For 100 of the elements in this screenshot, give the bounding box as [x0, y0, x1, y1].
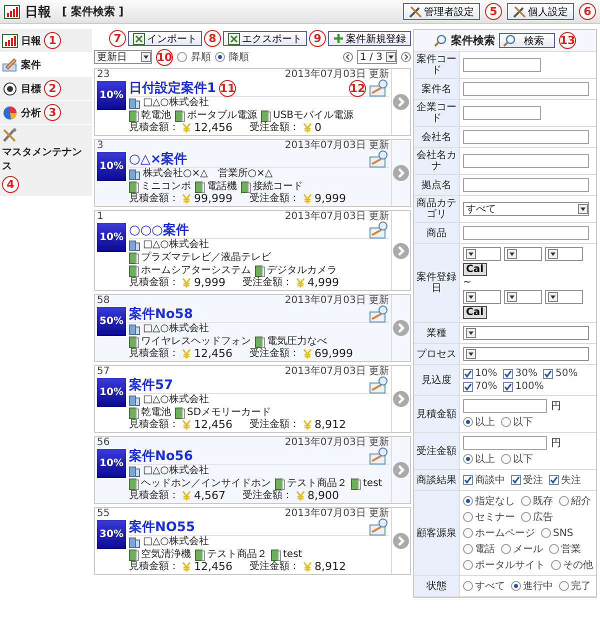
deal-title-link[interactable]: 案件57: [129, 376, 174, 394]
toolbar-button[interactable]: 案件新規登録: [328, 31, 411, 46]
amount-label: 受注金額：: [250, 348, 300, 360]
radio-button[interactable]: [501, 417, 511, 427]
radio-button[interactable]: [521, 512, 531, 522]
checkbox[interactable]: [463, 475, 473, 485]
radio-button[interactable]: [463, 560, 473, 570]
radio-button[interactable]: [559, 496, 569, 506]
settings-button[interactable]: 管理者設定: [403, 3, 480, 20]
deal-title-link[interactable]: 案件No56: [129, 447, 193, 465]
checkbox[interactable]: [463, 368, 473, 378]
sidebar-item[interactable]: 日報 1: [0, 29, 92, 53]
text-field[interactable]: [463, 226, 589, 240]
date-dropdown[interactable]: [504, 247, 542, 261]
radio-button[interactable]: [559, 581, 569, 591]
caret-icon: [507, 249, 517, 259]
radio-button[interactable]: [501, 454, 511, 464]
amount-field[interactable]: [463, 436, 547, 450]
yen-icon: [296, 491, 304, 501]
deal-title-link[interactable]: ○△×案件: [129, 150, 188, 168]
text-field[interactable]: [463, 106, 541, 120]
text-field[interactable]: [463, 130, 589, 144]
unit-label: 円: [551, 400, 561, 413]
date-dropdown[interactable]: [545, 290, 583, 304]
text-field[interactable]: [463, 154, 589, 168]
product-name: 乾電池: [141, 406, 171, 418]
bar-chart-icon: [4, 4, 20, 18]
radio-button[interactable]: [177, 52, 187, 62]
document-search-icon[interactable]: [369, 79, 389, 97]
chevron-right-icon[interactable]: [393, 391, 409, 407]
search-icon: [503, 34, 516, 47]
checkbox[interactable]: [543, 368, 554, 378]
dropdown[interactable]: すべて: [463, 202, 589, 216]
deal-title-link[interactable]: 案件NO55: [129, 518, 196, 536]
calendar-button[interactable]: Cal: [463, 306, 487, 319]
chevron-right-icon[interactable]: [393, 165, 409, 181]
book-icon: [195, 180, 205, 192]
document-search-icon[interactable]: [369, 447, 389, 465]
settings-button[interactable]: 個人設定: [507, 3, 574, 20]
sort-dropdown[interactable]: 更新日: [94, 50, 152, 64]
chevron-right-icon[interactable]: [393, 462, 409, 478]
chevron-right-icon[interactable]: [393, 533, 409, 549]
radio-button[interactable]: [463, 496, 473, 506]
radio-button[interactable]: [549, 544, 559, 554]
date-dropdown[interactable]: [545, 247, 583, 261]
checkbox[interactable]: [511, 475, 521, 485]
dropdown[interactable]: [463, 347, 589, 361]
page-dropdown[interactable]: 1 / 3: [357, 50, 397, 64]
text-field[interactable]: [463, 58, 541, 72]
amount-field[interactable]: [463, 399, 547, 413]
dropdown[interactable]: [463, 326, 589, 340]
radio-button[interactable]: [551, 560, 561, 570]
radio-button[interactable]: [215, 52, 225, 62]
sidebar-item[interactable]: 分析 3: [0, 101, 92, 125]
search-button[interactable]: 検索: [499, 33, 555, 48]
date-dropdown[interactable]: [463, 247, 501, 261]
field-label: 企業コード: [414, 100, 460, 126]
chevron-right-icon[interactable]: [393, 320, 409, 336]
date-dropdown[interactable]: [463, 290, 501, 304]
date-dropdown[interactable]: [504, 290, 542, 304]
radio-button[interactable]: [511, 581, 521, 591]
radio-button[interactable]: [521, 496, 531, 506]
text-field[interactable]: [463, 178, 589, 192]
radio-button[interactable]: [501, 544, 511, 554]
toolbar-button[interactable]: インポート: [128, 31, 202, 46]
deal-title-link[interactable]: 日付設定案件1: [129, 79, 216, 97]
sidebar-item[interactable]: マスタメンテナンス 4: [0, 125, 92, 197]
document-search-icon[interactable]: [369, 376, 389, 394]
document-search-icon[interactable]: [369, 221, 389, 239]
field-label: 案件名: [414, 79, 460, 99]
checkbox[interactable]: [549, 475, 559, 485]
radio-button[interactable]: [463, 454, 473, 464]
building-icon: [129, 168, 140, 180]
chevron-right-icon[interactable]: [393, 242, 409, 258]
calendar-button[interactable]: Cal: [463, 263, 487, 276]
checkbox[interactable]: [463, 382, 473, 392]
caret-icon: [507, 292, 517, 302]
radio-button[interactable]: [541, 528, 551, 538]
building-icon: [129, 97, 140, 109]
document-search-icon[interactable]: [369, 518, 389, 536]
yen-icon: [182, 194, 191, 204]
document-search-icon[interactable]: [369, 150, 389, 168]
checkbox[interactable]: [503, 382, 514, 392]
document-search-icon[interactable]: [369, 305, 389, 323]
deal-title-link[interactable]: ○○○案件: [129, 221, 190, 239]
checkbox[interactable]: [503, 368, 514, 378]
radio-button[interactable]: [463, 544, 473, 554]
book-icon: [255, 264, 265, 276]
radio-button[interactable]: [463, 581, 473, 591]
radio-button[interactable]: [463, 512, 473, 522]
product-name: 接続コード: [253, 180, 303, 192]
book-icon: [275, 478, 285, 490]
field-label: 案件登録日: [414, 244, 460, 322]
radio-button[interactable]: [463, 528, 473, 538]
chevron-right-icon[interactable]: [393, 94, 409, 110]
deal-title-link[interactable]: 案件No58: [129, 305, 193, 323]
radio-button[interactable]: [463, 417, 473, 427]
toolbar-button[interactable]: エクスポート: [223, 31, 307, 46]
text-field[interactable]: [463, 82, 589, 96]
sidebar-item[interactable]: 目標 2: [0, 77, 92, 101]
